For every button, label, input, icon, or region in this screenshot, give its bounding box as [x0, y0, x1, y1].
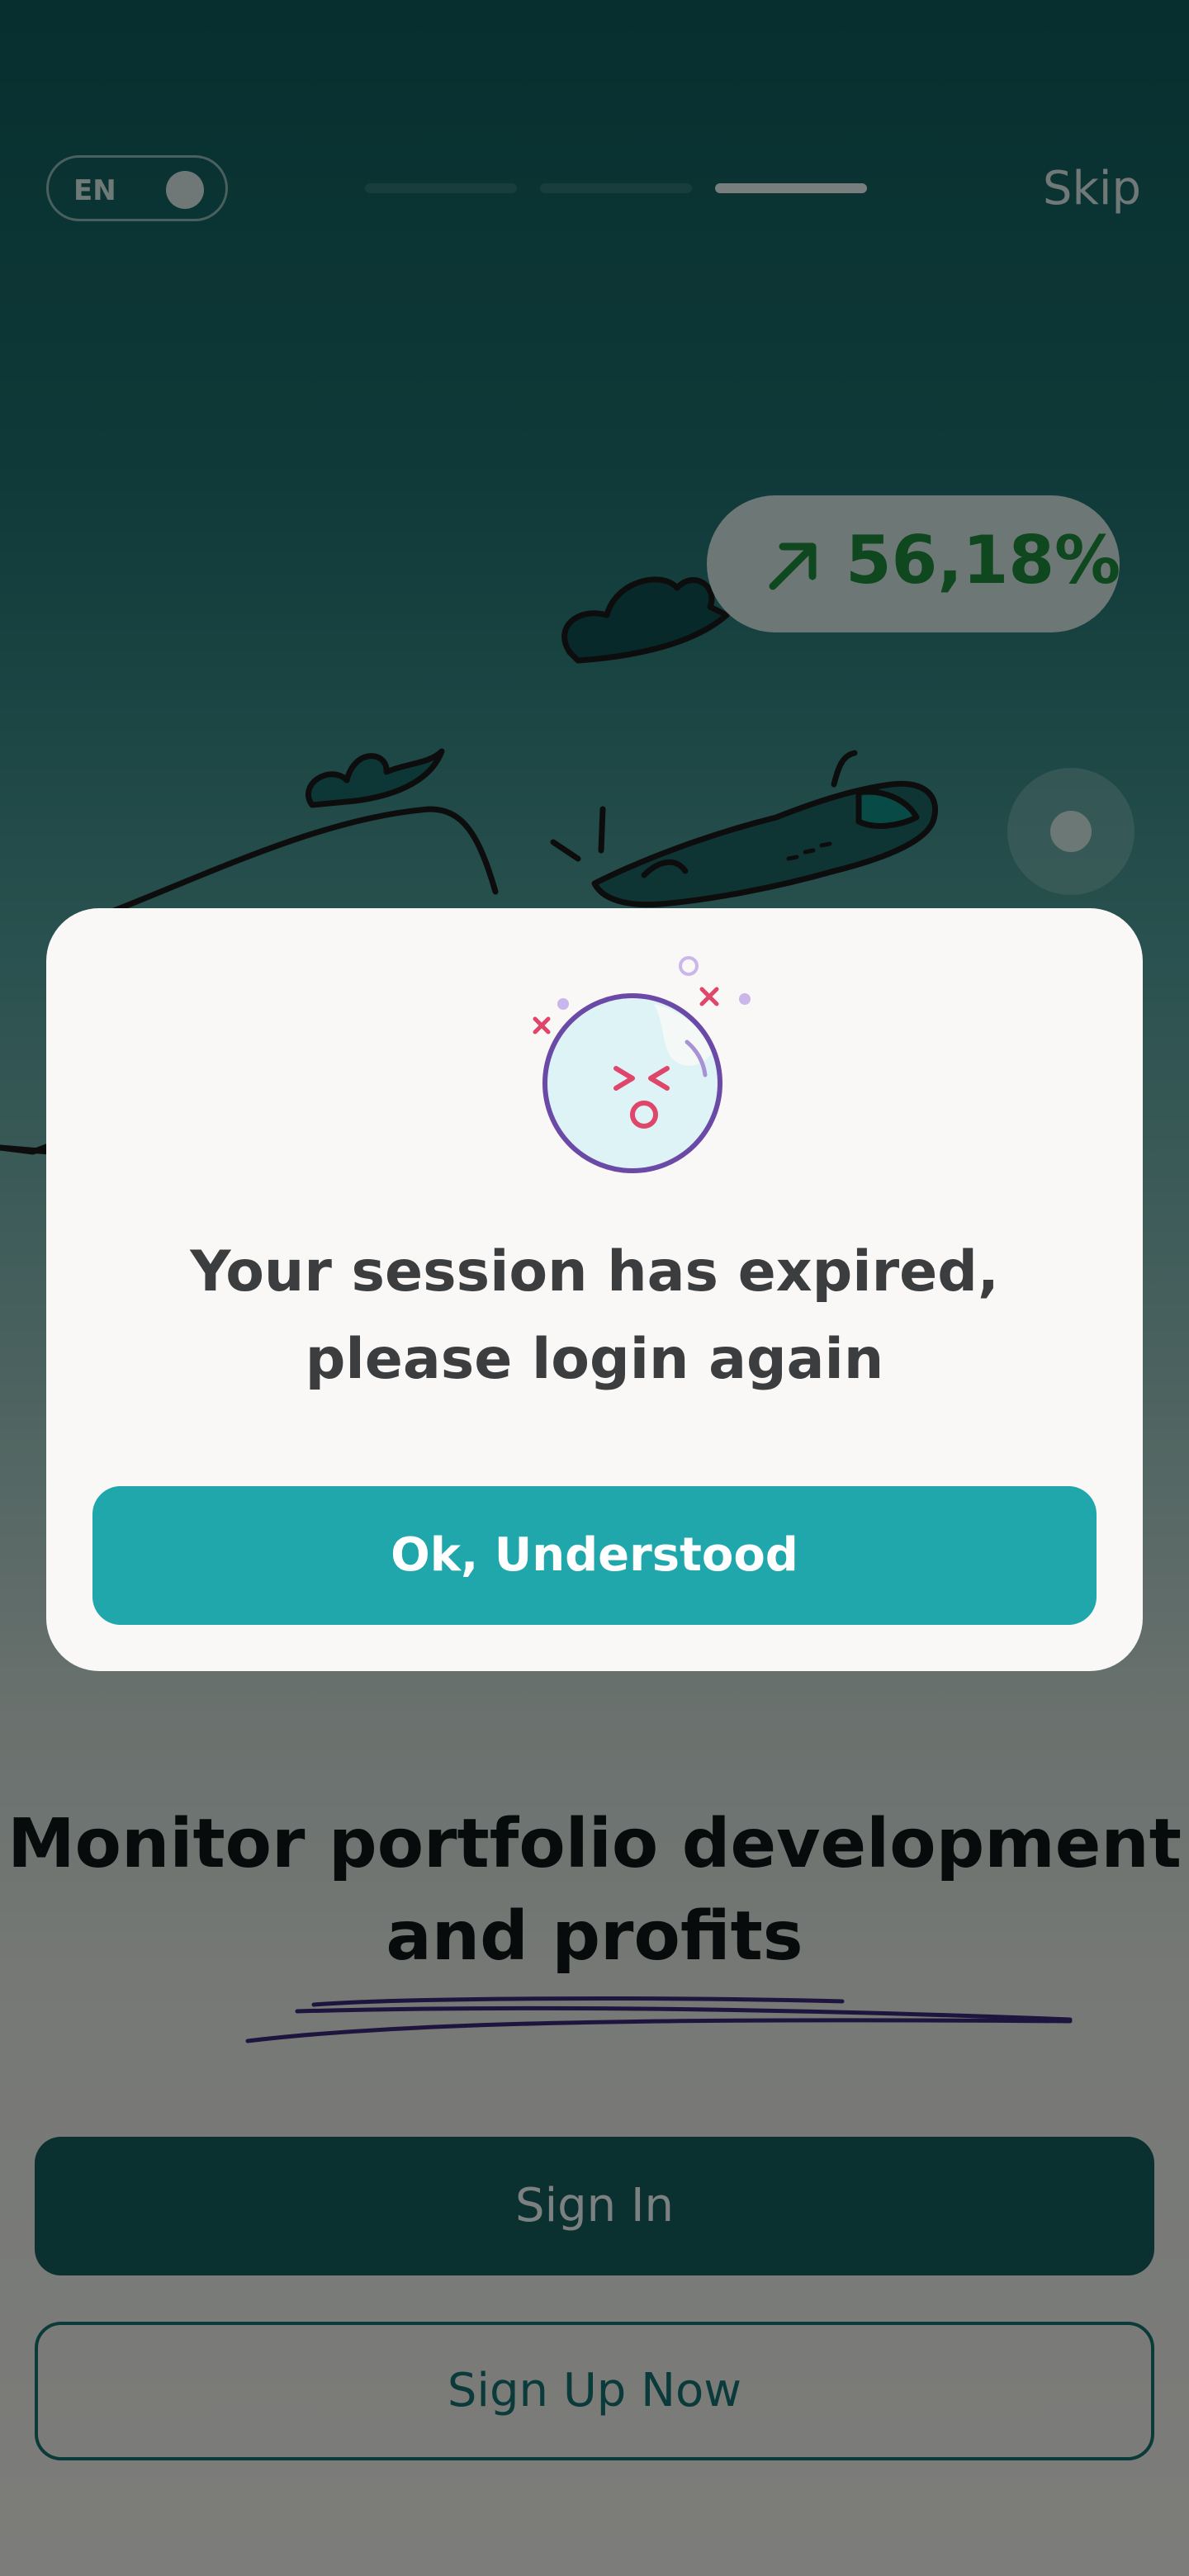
session-expired-message: Your session has expired, please login a… [190, 1239, 999, 1392]
session-expired-dialog: Your session has expired, please login a… [46, 908, 1143, 1671]
ok-understood-button[interactable]: Ok, Understood [92, 1486, 1097, 1625]
onboarding-screen: EN Skip 56,18% Monitor portfolio develop… [0, 0, 1189, 2576]
expired-face-icon [533, 956, 751, 1173]
